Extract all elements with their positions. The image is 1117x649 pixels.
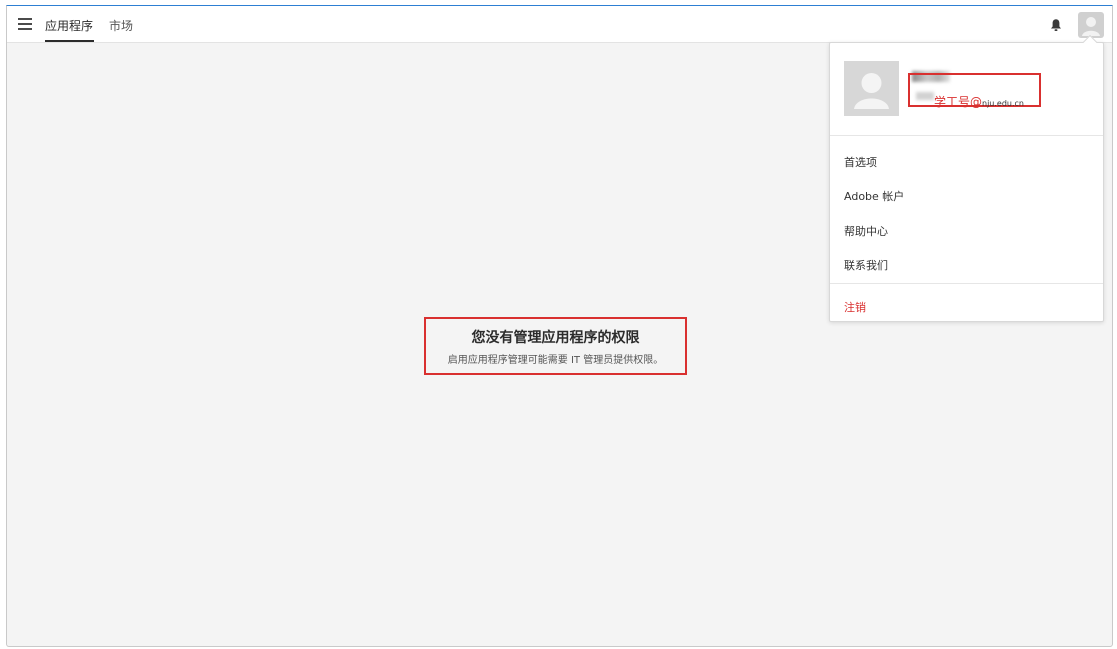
user-avatar-icon[interactable] xyxy=(1078,12,1104,38)
menu-item-adobe-account[interactable]: Adobe 帐户 xyxy=(844,188,904,204)
bell-icon[interactable] xyxy=(1050,17,1062,31)
email-prefix-redacted xyxy=(916,92,934,100)
user-email-highlight: 学工号@nju.edu.cn xyxy=(908,73,1041,109)
menu-item-sign-out[interactable]: 注销 xyxy=(844,299,866,315)
hamburger-icon[interactable] xyxy=(18,18,32,30)
app-window: 应用程序 市场 您没有管理应用程序的权限 启用应用程序管理可能需要 IT 管理员… xyxy=(6,5,1113,647)
profile-dropdown-menu: 学工号@nju.edu.cn 首选项 Adobe 帐户 帮助中心 联系我们 注销 xyxy=(829,34,1104,322)
profile-avatar-icon xyxy=(844,61,899,116)
dropdown-divider xyxy=(830,135,1103,136)
no-permission-subtitle: 启用应用程序管理可能需要 IT 管理员提供权限。 xyxy=(447,355,664,366)
tab-marketplace[interactable]: 市场 xyxy=(109,17,133,34)
dropdown-divider xyxy=(830,283,1103,284)
user-email: 学工号@nju.edu.cn xyxy=(934,95,1025,109)
no-permission-title: 您没有管理应用程序的权限 xyxy=(471,330,640,346)
active-tab-indicator xyxy=(45,40,94,42)
tab-apps[interactable]: 应用程序 xyxy=(45,17,93,34)
menu-item-contact-us[interactable]: 联系我们 xyxy=(844,257,888,273)
top-nav-bar: 应用程序 市场 xyxy=(7,6,1112,43)
no-permission-message: 您没有管理应用程序的权限 启用应用程序管理可能需要 IT 管理员提供权限。 xyxy=(424,317,687,375)
menu-item-help-center[interactable]: 帮助中心 xyxy=(844,223,888,239)
menu-item-preferences[interactable]: 首选项 xyxy=(844,154,877,170)
